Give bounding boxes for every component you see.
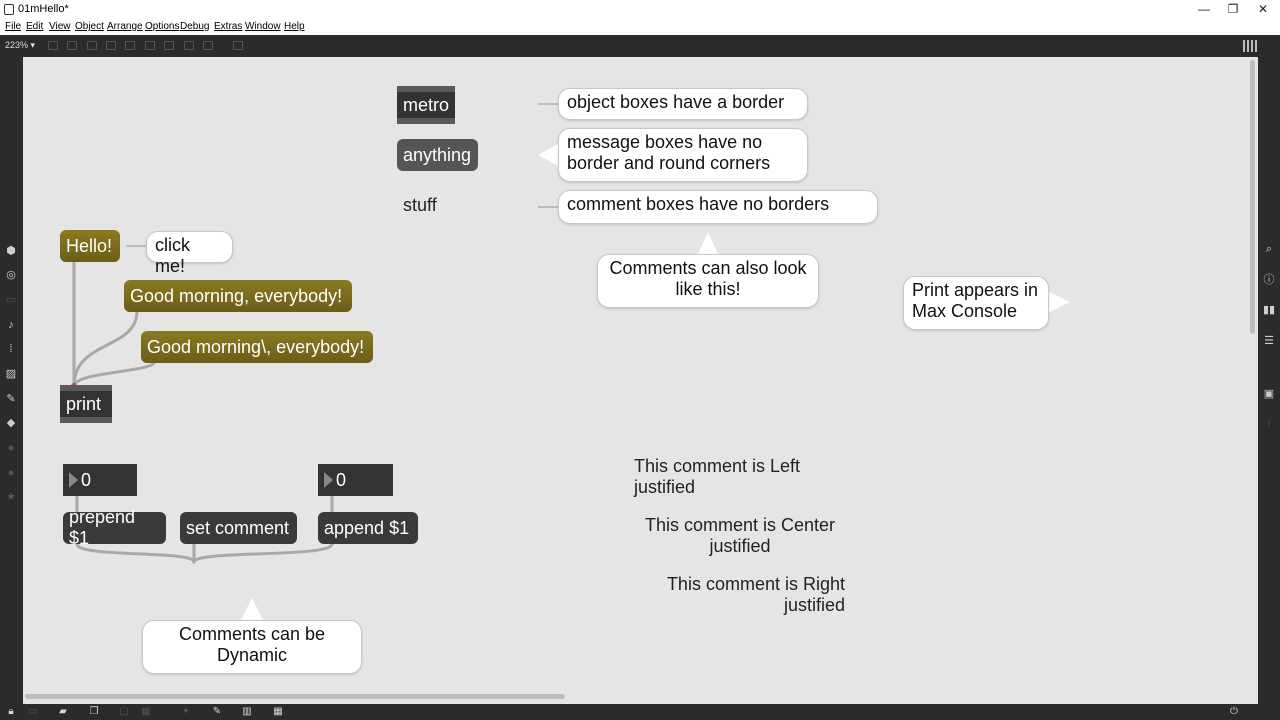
grid-snap-icon[interactable]: ▦ <box>140 707 152 717</box>
number-box-right[interactable]: 0 <box>318 464 393 496</box>
hello-label: Hello! <box>66 235 113 256</box>
message-boxes-bubble: message boxes have no border and round c… <box>558 128 808 182</box>
append-message[interactable]: append $1 <box>318 512 418 544</box>
print-outlet <box>60 417 112 423</box>
good-morning-message[interactable]: Good morning, everybody! <box>124 280 352 312</box>
keyboard-icon[interactable]: ▦ <box>272 707 284 717</box>
right-justified-line1: This comment is Right <box>666 574 845 594</box>
print-inlet <box>60 385 112 391</box>
metro-label: metro <box>403 95 450 115</box>
append-label: append $1 <box>324 517 410 538</box>
print-object[interactable]: print <box>60 385 112 423</box>
right-justified-line2: justified <box>783 595 845 615</box>
max-patcher-window: 01mHello* — ❐ ✕ File Edit View Object Ar… <box>0 0 1280 720</box>
presentation-icon[interactable]: ▭ <box>27 707 39 717</box>
number-right-value: 0 <box>336 469 347 490</box>
metro-inlet <box>397 86 455 92</box>
stuff-comment: stuff <box>403 195 437 215</box>
windows-icon[interactable]: ❐ <box>88 707 100 717</box>
good-morning-label: Good morning, everybody! <box>130 285 343 306</box>
prepend-message[interactable]: prepend $1 <box>63 507 166 548</box>
number-triangle-icon <box>69 472 78 488</box>
center-justified-line1: This comment is Center <box>644 515 836 535</box>
right-justified-comment: This comment is Right justified <box>645 574 845 616</box>
dynamic-comment-bubble: Comments can be Dynamic <box>142 620 362 674</box>
audio-on-icon[interactable]: ⏻ <box>1228 707 1240 717</box>
piano-icon[interactable]: ▥ <box>241 707 253 717</box>
center-justified-line2: justified <box>709 536 771 556</box>
chat-icon[interactable]: ▰ <box>57 707 69 717</box>
wrench-icon[interactable]: ✎ <box>211 707 223 717</box>
set-comment-label: set comment <box>186 517 290 538</box>
print-console-bubble: Print appears in Max Console <box>903 276 1049 330</box>
metro-outlet <box>397 118 455 124</box>
number-triangle-icon <box>324 472 333 488</box>
comment-boxes-bubble: comment boxes have no borders <box>558 190 878 224</box>
number-box-left[interactable]: 0 <box>63 464 137 496</box>
center-justified-comment: This comment is Center justified <box>640 515 840 557</box>
lock-icon[interactable]: 🔒︎ <box>5 707 17 717</box>
set-comment-message[interactable]: set comment <box>180 512 297 544</box>
click-me-bubble: click me! <box>146 231 233 276</box>
print-label: print <box>66 394 102 414</box>
left-justified-comment: This comment is Left justified <box>634 456 801 497</box>
prepend-label: prepend $1 <box>69 507 136 548</box>
metro-object[interactable]: metro <box>397 86 455 124</box>
hello-message[interactable]: Hello! <box>60 230 120 262</box>
object-boxes-bubble: object boxes have a border <box>558 88 808 120</box>
good-morning-escaped-label: Good morning\, everybody! <box>147 336 365 357</box>
number-left-value: 0 <box>81 469 92 490</box>
good-morning-escaped-message[interactable]: Good morning\, everybody! <box>141 331 373 363</box>
comments-look-bubble: Comments can also look like this! <box>597 254 819 308</box>
wand-icon[interactable]: ✦ <box>180 707 192 717</box>
anything-label: anything <box>403 144 472 165</box>
debug-icon[interactable]: ▢ <box>118 707 130 717</box>
anything-message[interactable]: anything <box>397 139 478 171</box>
bottom-toolbar: 🔒︎ ▭ ▰ ❐ ▢ ▦ ✦ ✎ ▥ ▦ ⏻ <box>0 704 1280 720</box>
